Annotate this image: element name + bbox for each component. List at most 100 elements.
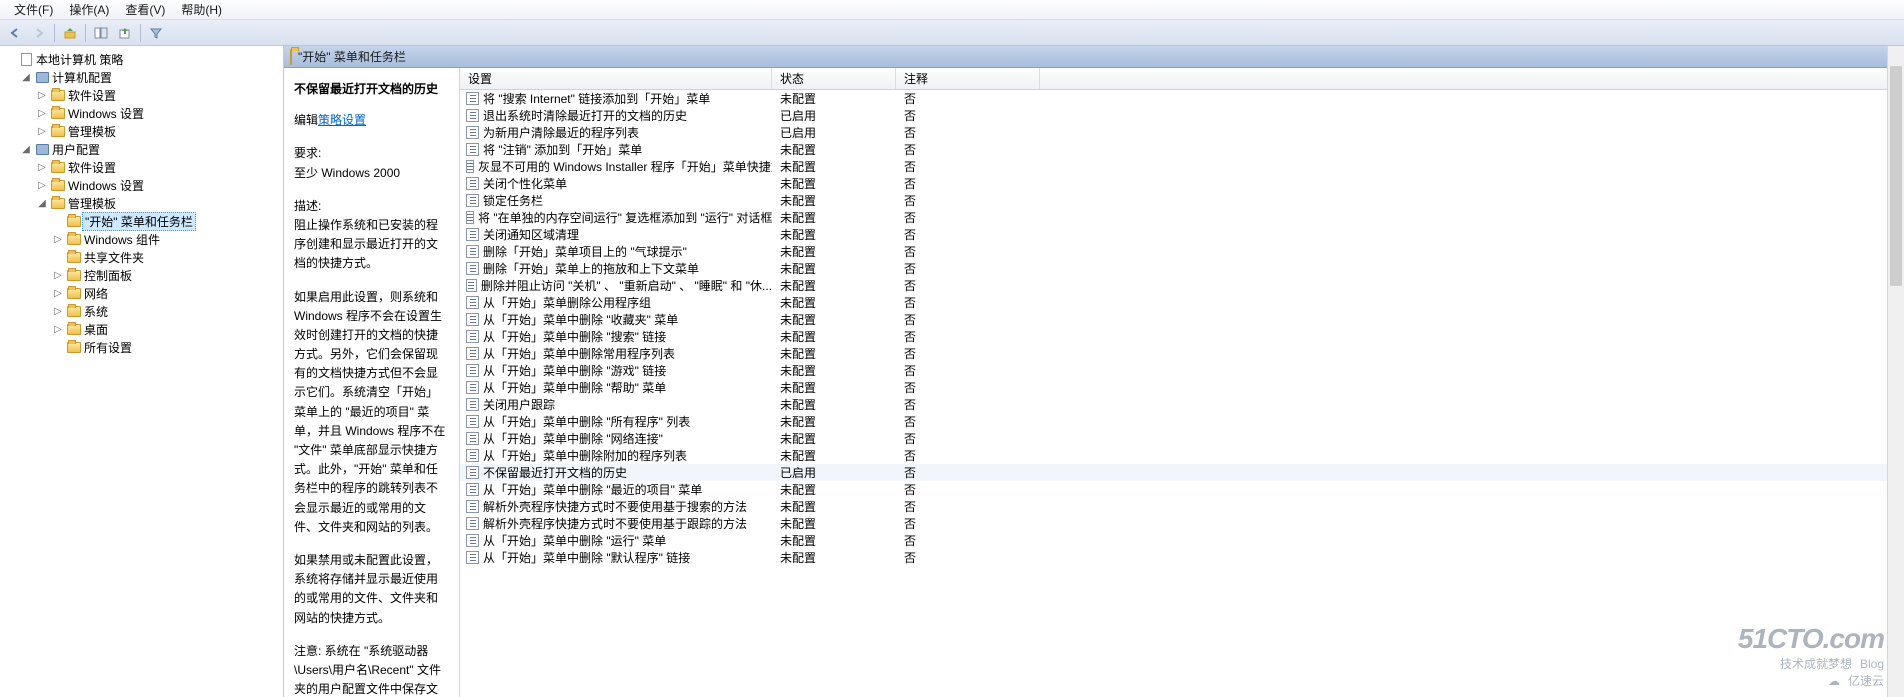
policy-note: 否 xyxy=(896,481,1040,498)
policy-row[interactable]: 从「开始」菜单中删除 "游戏" 链接未配置否 xyxy=(460,362,1904,379)
edit-policy-link[interactable]: 策略设置 xyxy=(318,113,366,127)
policy-row[interactable]: 关闭个性化菜单未配置否 xyxy=(460,175,1904,192)
tree-computer-config[interactable]: ◢计算机配置 xyxy=(0,68,283,86)
policy-state: 未配置 xyxy=(772,328,896,345)
selected-policy-title: 不保留最近打开文档的历史 xyxy=(294,80,449,99)
policy-row[interactable]: 将 "注销" 添加到「开始」菜单未配置否 xyxy=(460,141,1904,158)
policy-row[interactable]: 删除「开始」菜单上的拖放和上下文菜单未配置否 xyxy=(460,260,1904,277)
policy-row[interactable]: 从「开始」菜单中删除 "默认程序" 链接未配置否 xyxy=(460,549,1904,566)
policy-icon xyxy=(466,262,479,275)
col-note[interactable]: 注释 xyxy=(896,68,1040,89)
policy-note: 否 xyxy=(896,209,1040,226)
policy-title: 从「开始」菜单中删除 "搜索" 链接 xyxy=(483,328,666,345)
policy-row[interactable]: 将 "搜索 Internet" 链接添加到「开始」菜单未配置否 xyxy=(460,90,1904,107)
policy-icon xyxy=(466,245,479,258)
menu-view[interactable]: 查看(V) xyxy=(117,0,173,20)
policy-row[interactable]: 灰显不可用的 Windows Installer 程序「开始」菜单快捷方...未… xyxy=(460,158,1904,175)
tree-u-software[interactable]: ▷软件设置 xyxy=(0,158,283,176)
show-hide-tree-button[interactable] xyxy=(90,23,112,43)
policy-note: 否 xyxy=(896,464,1040,481)
policy-row[interactable]: 删除并阻止访问 "关机" 、 "重新启动" 、 "睡眠" 和 "休...未配置否 xyxy=(460,277,1904,294)
description-text-2: 如果启用此设置，则系统和 Windows 程序不会在设置生效时创建打开的文档的快… xyxy=(294,288,449,537)
policy-note: 否 xyxy=(896,226,1040,243)
tree-user-config[interactable]: ◢用户配置 xyxy=(0,140,283,158)
policy-title: 从「开始」菜单中删除 "默认程序" 链接 xyxy=(483,549,690,566)
policy-title: 删除「开始」菜单项目上的 "气球提示" xyxy=(483,243,687,260)
nav-forward-button[interactable] xyxy=(28,23,50,43)
path-bar: "开始" 菜单和任务栏 xyxy=(284,46,1904,68)
policy-note: 否 xyxy=(896,277,1040,294)
policy-icon xyxy=(466,313,479,326)
tree-shared-folders[interactable]: 共享文件夹 xyxy=(0,248,283,266)
tree-root[interactable]: 本地计算机 策略 xyxy=(0,50,283,68)
policy-row[interactable]: 关闭用户跟踪未配置否 xyxy=(460,396,1904,413)
tree-network[interactable]: ▷网络 xyxy=(0,284,283,302)
tree-c-windows[interactable]: ▷Windows 设置 xyxy=(0,104,283,122)
tree-system[interactable]: ▷系统 xyxy=(0,302,283,320)
policy-row[interactable]: 将 "在单独的内存空间运行" 复选框添加到 "运行" 对话框未配置否 xyxy=(460,209,1904,226)
policy-icon xyxy=(466,381,479,394)
tree-all-settings[interactable]: 所有设置 xyxy=(0,338,283,356)
policy-note: 否 xyxy=(896,549,1040,566)
policy-state: 未配置 xyxy=(772,158,896,175)
policy-state: 已启用 xyxy=(772,464,896,481)
policy-note: 否 xyxy=(896,90,1040,107)
policy-state: 未配置 xyxy=(772,90,896,107)
vertical-scrollbar[interactable] xyxy=(1887,46,1904,697)
policy-row[interactable]: 为新用户清除最近的程序列表已启用否 xyxy=(460,124,1904,141)
policy-title: 将 "在单独的内存空间运行" 复选框添加到 "运行" 对话框 xyxy=(478,209,772,226)
policy-row[interactable]: 从「开始」菜单中删除 "所有程序" 列表未配置否 xyxy=(460,413,1904,430)
policy-row[interactable]: 关闭通知区域清理 未配置否 xyxy=(460,226,1904,243)
policy-row[interactable]: 从「开始」菜单中删除 "最近的项目" 菜单未配置否 xyxy=(460,481,1904,498)
policy-row[interactable]: 从「开始」菜单删除公用程序组未配置否 xyxy=(460,294,1904,311)
policy-state: 未配置 xyxy=(772,226,896,243)
policy-title: 从「开始」菜单中删除 "帮助" 菜单 xyxy=(483,379,666,396)
policy-row[interactable]: 从「开始」菜单中删除 "帮助" 菜单未配置否 xyxy=(460,379,1904,396)
policy-title: 灰显不可用的 Windows Installer 程序「开始」菜单快捷方... xyxy=(478,158,772,175)
policy-row[interactable]: 从「开始」菜单中删除 "搜索" 链接未配置否 xyxy=(460,328,1904,345)
tree-u-windows[interactable]: ▷Windows 设置 xyxy=(0,176,283,194)
policy-icon xyxy=(466,364,479,377)
policy-title: 从「开始」菜单中删除常用程序列表 xyxy=(483,345,675,362)
edit-prefix: 编辑 xyxy=(294,113,318,127)
tree-win-components[interactable]: ▷Windows 组件 xyxy=(0,230,283,248)
policy-title: 关闭通知区域清理 xyxy=(483,226,579,243)
policy-state: 未配置 xyxy=(772,311,896,328)
tree-c-software[interactable]: ▷软件设置 xyxy=(0,86,283,104)
policy-title: 锁定任务栏 xyxy=(483,192,543,209)
policy-row[interactable]: 从「开始」菜单中删除常用程序列表未配置否 xyxy=(460,345,1904,362)
policy-row[interactable]: 从「开始」菜单中删除附加的程序列表未配置否 xyxy=(460,447,1904,464)
policy-row[interactable]: 从「开始」菜单中删除 "运行" 菜单未配置否 xyxy=(460,532,1904,549)
policy-note: 否 xyxy=(896,107,1040,124)
policy-title: 退出系统时清除最近打开的文档的历史 xyxy=(483,107,687,124)
export-button[interactable] xyxy=(114,23,136,43)
col-setting[interactable]: 设置 xyxy=(460,68,772,89)
policy-state: 未配置 xyxy=(772,532,896,549)
policy-row[interactable]: 从「开始」菜单中删除 "收藏夹" 菜单未配置否 xyxy=(460,311,1904,328)
policy-note: 否 xyxy=(896,175,1040,192)
policy-row[interactable]: 解析外壳程序快捷方式时不要使用基于跟踪的方法未配置否 xyxy=(460,515,1904,532)
policy-row[interactable]: 删除「开始」菜单项目上的 "气球提示"未配置否 xyxy=(460,243,1904,260)
col-state[interactable]: 状态 xyxy=(772,68,896,89)
tree-u-admin[interactable]: ◢管理模板 xyxy=(0,194,283,212)
scroll-thumb[interactable] xyxy=(1890,66,1902,286)
menu-file[interactable]: 文件(F) xyxy=(6,0,61,20)
menu-action[interactable]: 操作(A) xyxy=(61,0,117,20)
nav-back-button[interactable] xyxy=(4,23,26,43)
toolbar xyxy=(0,20,1904,46)
menu-help[interactable]: 帮助(H) xyxy=(173,0,230,20)
policy-title: 从「开始」菜单中删除附加的程序列表 xyxy=(483,447,687,464)
tree-control-panel[interactable]: ▷控制面板 xyxy=(0,266,283,284)
policy-note: 否 xyxy=(896,243,1040,260)
policy-row[interactable]: 锁定任务栏未配置否 xyxy=(460,192,1904,209)
policy-row[interactable]: 解析外壳程序快捷方式时不要使用基于搜索的方法未配置否 xyxy=(460,498,1904,515)
tree-start-menu[interactable]: "开始" 菜单和任务栏 xyxy=(0,212,283,230)
up-button[interactable] xyxy=(59,23,81,43)
tree-desktop[interactable]: ▷桌面 xyxy=(0,320,283,338)
policy-row[interactable]: 从「开始」菜单中删除 "网络连接"未配置否 xyxy=(460,430,1904,447)
policy-row[interactable]: 不保留最近打开文档的历史已启用否 xyxy=(460,464,1904,481)
policy-icon xyxy=(466,500,479,513)
tree-c-admin[interactable]: ▷管理模板 xyxy=(0,122,283,140)
filter-button[interactable] xyxy=(145,23,167,43)
policy-row[interactable]: 退出系统时清除最近打开的文档的历史已启用否 xyxy=(460,107,1904,124)
